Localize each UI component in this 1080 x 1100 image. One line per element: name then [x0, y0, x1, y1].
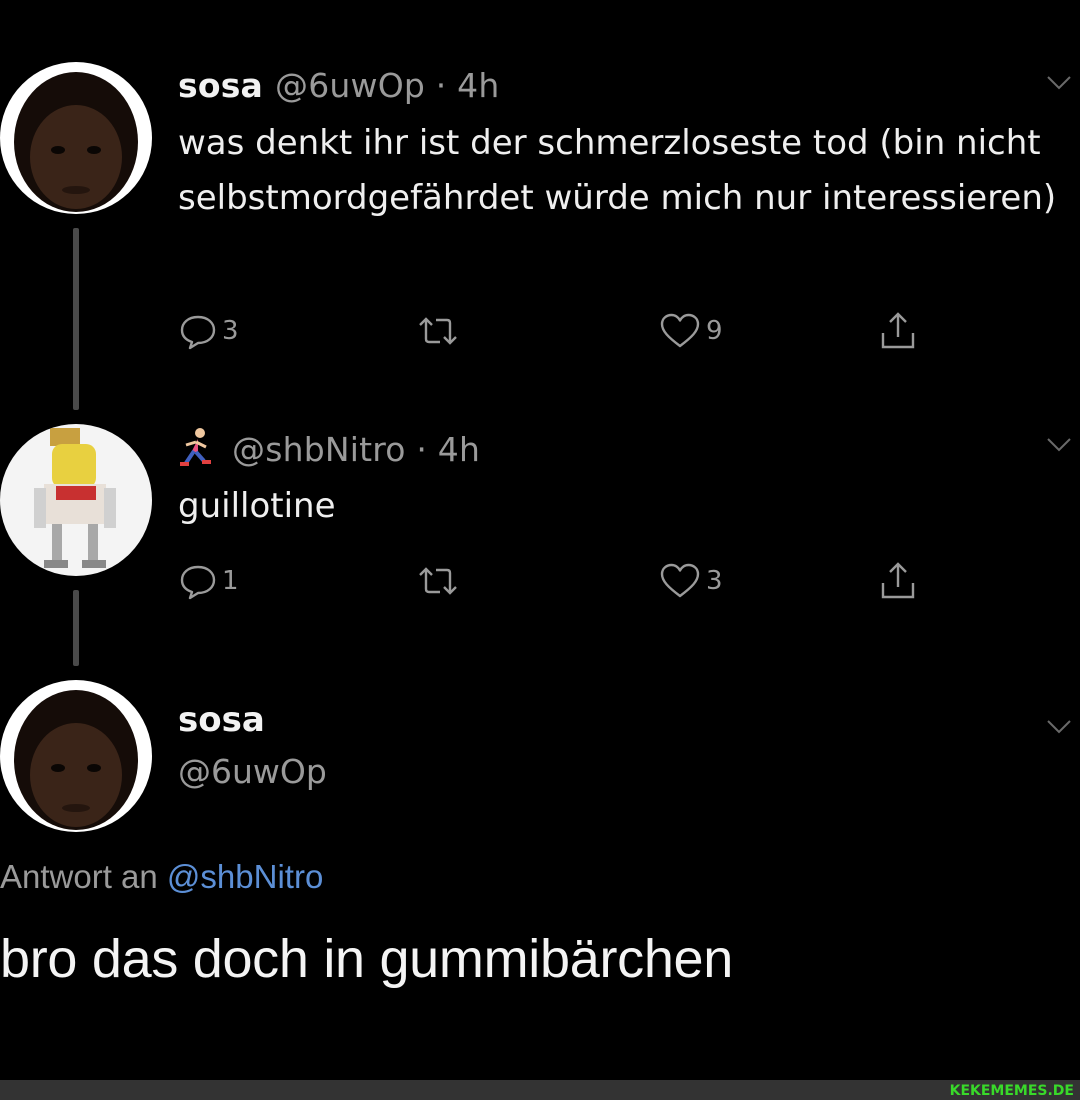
like-count: 3 [706, 566, 723, 596]
share-icon [881, 562, 915, 599]
retweet-icon [419, 567, 457, 595]
avatar-shbnitro[interactable] [0, 424, 152, 576]
tweet3-text: bro das doch in gummibärchen [0, 929, 734, 989]
tweet1-header: sosa @6uwOp · 4h [178, 66, 499, 105]
reply-prefix: Antwort an [0, 858, 158, 895]
reply-count: 3 [222, 316, 239, 346]
watermark: KEKEMEMES.DE [949, 1083, 1074, 1099]
reply-count: 1 [222, 566, 239, 596]
tweet3-author-name[interactable]: sosa [178, 700, 265, 740]
tweet2-handle-time[interactable]: @shbNitro · 4h [232, 430, 480, 469]
retweet-button[interactable] [416, 306, 460, 356]
heart-icon [660, 313, 700, 348]
like-count: 9 [706, 316, 723, 346]
retweet-icon [419, 317, 457, 345]
watermark-bar [0, 1080, 1080, 1100]
like-button[interactable]: 3 [658, 556, 723, 606]
share-icon [881, 312, 915, 349]
share-button[interactable] [878, 306, 918, 356]
avatar-sosa[interactable] [0, 62, 152, 214]
chevron-down-icon[interactable] [1046, 718, 1072, 736]
reply-mention-link[interactable]: @shbNitro [167, 858, 323, 895]
tweet1-author-name[interactable]: sosa [178, 66, 263, 105]
tweet1-handle-time: @6uwOp · 4h [275, 66, 500, 105]
tweet1-text: was denkt ihr ist der schmerzloseste tod… [178, 123, 1057, 218]
tweet2-header: @shbNitro · 4h [178, 427, 480, 469]
heart-icon [660, 563, 700, 598]
tweet3-author-handle[interactable]: @6uwOp [178, 752, 327, 791]
speech-bubble-icon [180, 315, 216, 350]
speech-bubble-icon [180, 565, 216, 600]
thread-connector [73, 228, 79, 410]
thread-connector [73, 590, 79, 666]
tweet2-actions: 1 3 [178, 556, 958, 606]
tweet-thread: sosa @6uwOp · 4h was denkt ihr ist der sc… [0, 0, 1080, 1100]
reply-button[interactable]: 1 [178, 556, 239, 606]
retweet-button[interactable] [416, 556, 460, 606]
reply-context: Antwort an @shbNitro [0, 858, 323, 896]
tweet1-actions: 3 9 [178, 306, 958, 356]
chevron-down-icon[interactable] [1046, 74, 1072, 92]
tweet2-text: guillotine [178, 486, 336, 526]
like-button[interactable]: 9 [658, 306, 723, 356]
reply-button[interactable]: 3 [178, 306, 239, 356]
chevron-down-icon[interactable] [1046, 436, 1072, 454]
avatar-sosa[interactable] [0, 680, 152, 832]
share-button[interactable] [878, 556, 918, 606]
runner-icon [180, 428, 211, 466]
